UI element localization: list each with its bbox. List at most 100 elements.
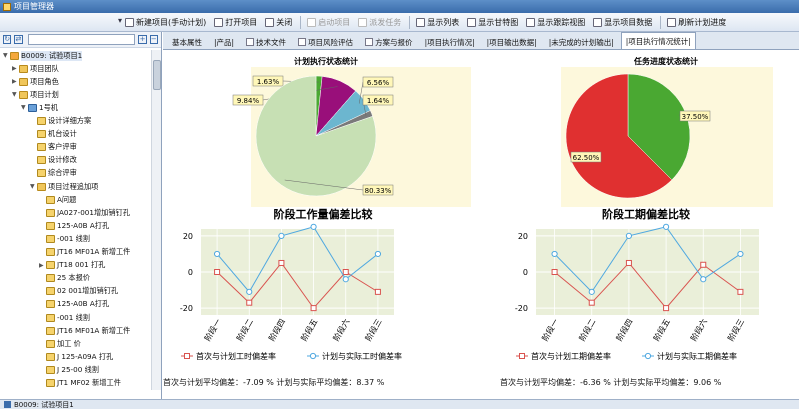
tree-node[interactable]: ▼ B0009: 试验项目1 xyxy=(3,50,83,61)
tree-node[interactable]: ▶ 项目团队 xyxy=(12,63,59,74)
tab-label: 项目风险评估 xyxy=(308,37,354,47)
tree-node[interactable]: 综合评审 xyxy=(30,168,77,179)
pie-label: 62.50% xyxy=(573,154,600,162)
toolbar-button-8[interactable]: 显示项目数据 xyxy=(590,15,655,30)
add-node-icon[interactable]: + xyxy=(138,35,147,44)
sync-icon[interactable]: ⇄ xyxy=(14,35,23,44)
tree-node[interactable]: -001 线割 xyxy=(39,312,90,323)
y-tick-label: -20 xyxy=(515,304,528,313)
tree-node[interactable]: 25 本报价 xyxy=(39,273,90,284)
tab-3[interactable]: 项目风险评估 xyxy=(293,34,358,49)
legend-marker xyxy=(644,352,652,360)
toolbar-button-3[interactable]: 启动项目 xyxy=(304,15,353,30)
tree-node[interactable]: 125-A0B A打孔 xyxy=(39,220,109,231)
close-icon xyxy=(265,17,275,27)
toolbar-button-9[interactable]: 刷新计划进度 xyxy=(664,15,729,30)
tree-node[interactable]: J 25-00 线割 xyxy=(39,364,99,375)
tree-node-label: -001 线割 xyxy=(57,312,90,322)
y-tick-label: 0 xyxy=(523,268,528,277)
tree-node-label: J 25-00 线割 xyxy=(57,364,99,374)
tree-node[interactable]: ▶ 项目角色 xyxy=(12,76,59,87)
tree-node[interactable]: JA027-001增加销钉孔 xyxy=(39,207,130,218)
expand-toggle-icon[interactable]: ▼ xyxy=(12,91,19,98)
expand-toggle-icon[interactable]: ▼ xyxy=(30,183,37,190)
tree-node[interactable]: ▼ 项目过程追加项 xyxy=(30,181,98,192)
task-icon xyxy=(46,274,55,283)
tree-node[interactable]: A问题 xyxy=(39,194,76,205)
project-tree-pane: ↻ ⇄ + − ▼ B0009: 试验项目1 ▶ 项目团队 ▶ 项目角色 ▼ 项目计划 ▼ 1号机… xyxy=(0,32,162,399)
tree-node[interactable]: JT16 MF01A 新增工件 xyxy=(39,325,130,336)
tree-node[interactable]: 客户评审 xyxy=(30,142,77,153)
folder-icon xyxy=(19,77,28,86)
status-bar: B0009: 试验项目1 xyxy=(0,399,799,409)
list-icon xyxy=(416,17,426,27)
tab-6[interactable]: |项目输出数据| xyxy=(482,34,542,49)
tab-7[interactable]: |未完成的计划输出| xyxy=(544,34,619,49)
tree-node[interactable]: JT16 MF01A 新增工件 xyxy=(39,247,130,258)
toolbar-overflow-icon[interactable]: ▾ xyxy=(118,16,122,25)
tree-node[interactable]: -001 线割 xyxy=(39,233,90,244)
dispatch-icon xyxy=(358,17,368,27)
tree-node[interactable]: 设计修改 xyxy=(30,155,77,166)
y-tick-label: 20 xyxy=(518,232,528,241)
task-icon xyxy=(46,313,55,322)
tab-0[interactable]: 基本属性 xyxy=(167,34,207,49)
toolbar-button-0[interactable]: 新建项目(手动计划) xyxy=(122,15,209,30)
collapse-icon[interactable]: − xyxy=(149,35,158,44)
expand-toggle-icon[interactable]: ▶ xyxy=(12,65,19,72)
tree-node[interactable]: 设计详细方案 xyxy=(30,116,91,127)
tree-node[interactable]: 02 001增加销钉孔 xyxy=(39,286,118,297)
start-icon xyxy=(307,17,317,27)
tree-node[interactable]: 125-A0B A打孔 xyxy=(39,299,109,310)
tree-node[interactable]: ▼ 1号机 xyxy=(21,102,58,113)
scrollbar-thumb[interactable] xyxy=(153,60,161,90)
series-point xyxy=(588,299,595,306)
pie-label: 80.33% xyxy=(365,187,392,195)
tab-4[interactable]: 方案与报价 xyxy=(360,34,418,49)
tab-1[interactable]: |产品| xyxy=(209,34,239,49)
refresh-tree-icon[interactable]: ↻ xyxy=(3,35,12,44)
toolbar-button-2[interactable]: 关闭 xyxy=(262,15,295,30)
toolbar-button-7[interactable]: 显示跟踪视图 xyxy=(523,15,588,30)
task-icon xyxy=(46,221,55,230)
expand-toggle-icon[interactable]: ▼ xyxy=(21,104,28,111)
toolbar-button-label: 关闭 xyxy=(276,17,293,27)
tree-search-input[interactable] xyxy=(27,34,136,45)
tree-node[interactable]: ▼ 项目计划 xyxy=(12,89,59,100)
tree-node-label: 设计详细方案 xyxy=(48,116,92,125)
tree-scrollbar[interactable] xyxy=(151,50,161,390)
task-icon xyxy=(46,195,55,204)
series-point xyxy=(625,259,632,266)
tree-node[interactable]: JT1 MF02 新增工件 xyxy=(39,378,121,389)
y-tick-label: 0 xyxy=(188,268,193,277)
tab-8[interactable]: |项目执行情况统计| xyxy=(620,32,696,49)
tree-node-label: 1号机 xyxy=(39,102,58,112)
task-icon xyxy=(46,365,55,374)
toolbar-button-5[interactable]: 显示列表 xyxy=(413,15,462,30)
x-tick-label: 阶段四 xyxy=(266,317,287,343)
expand-toggle-icon[interactable]: ▼ xyxy=(3,52,10,59)
track-icon xyxy=(526,17,536,27)
task-icon xyxy=(46,326,55,335)
toolbar-button-6[interactable]: 显示甘特图 xyxy=(464,15,521,30)
series-point xyxy=(374,250,382,258)
toolbar-button-4[interactable]: 派发任务 xyxy=(355,15,404,30)
data-icon xyxy=(593,17,603,27)
line-title: 阶段工作量偏差比较 xyxy=(274,207,373,221)
project-tree: ▼ B0009: 试验项目1 ▶ 项目团队 ▶ 项目角色 ▼ 项目计划 ▼ 1号机 设计详细方案 机台… xyxy=(0,48,161,399)
tree-node-label: JT16 MF01A 新增工件 xyxy=(57,325,131,335)
tree-node[interactable]: 机台设计 xyxy=(30,129,77,140)
tree-node[interactable]: J 125-A09A 打孔 xyxy=(39,351,113,362)
pie-label: 9.84% xyxy=(237,97,260,105)
task-icon xyxy=(46,287,55,296)
pie-label: 1.63% xyxy=(257,78,280,86)
tree-node[interactable]: 加工 价 xyxy=(39,338,81,349)
tree-node[interactable]: ▶ JT18 001 打孔 xyxy=(39,260,105,271)
tab-2[interactable]: 技术文件 xyxy=(241,34,291,49)
toolbar-button-1[interactable]: 打开项目 xyxy=(211,15,260,30)
expand-toggle-icon[interactable]: ▶ xyxy=(39,262,46,269)
toolbar-button-label: 打开项目 xyxy=(225,17,258,27)
expand-toggle-icon[interactable]: ▶ xyxy=(12,78,19,85)
tab-5[interactable]: |项目执行情况| xyxy=(420,34,480,49)
x-tick-label: 阶段五 xyxy=(299,317,320,343)
